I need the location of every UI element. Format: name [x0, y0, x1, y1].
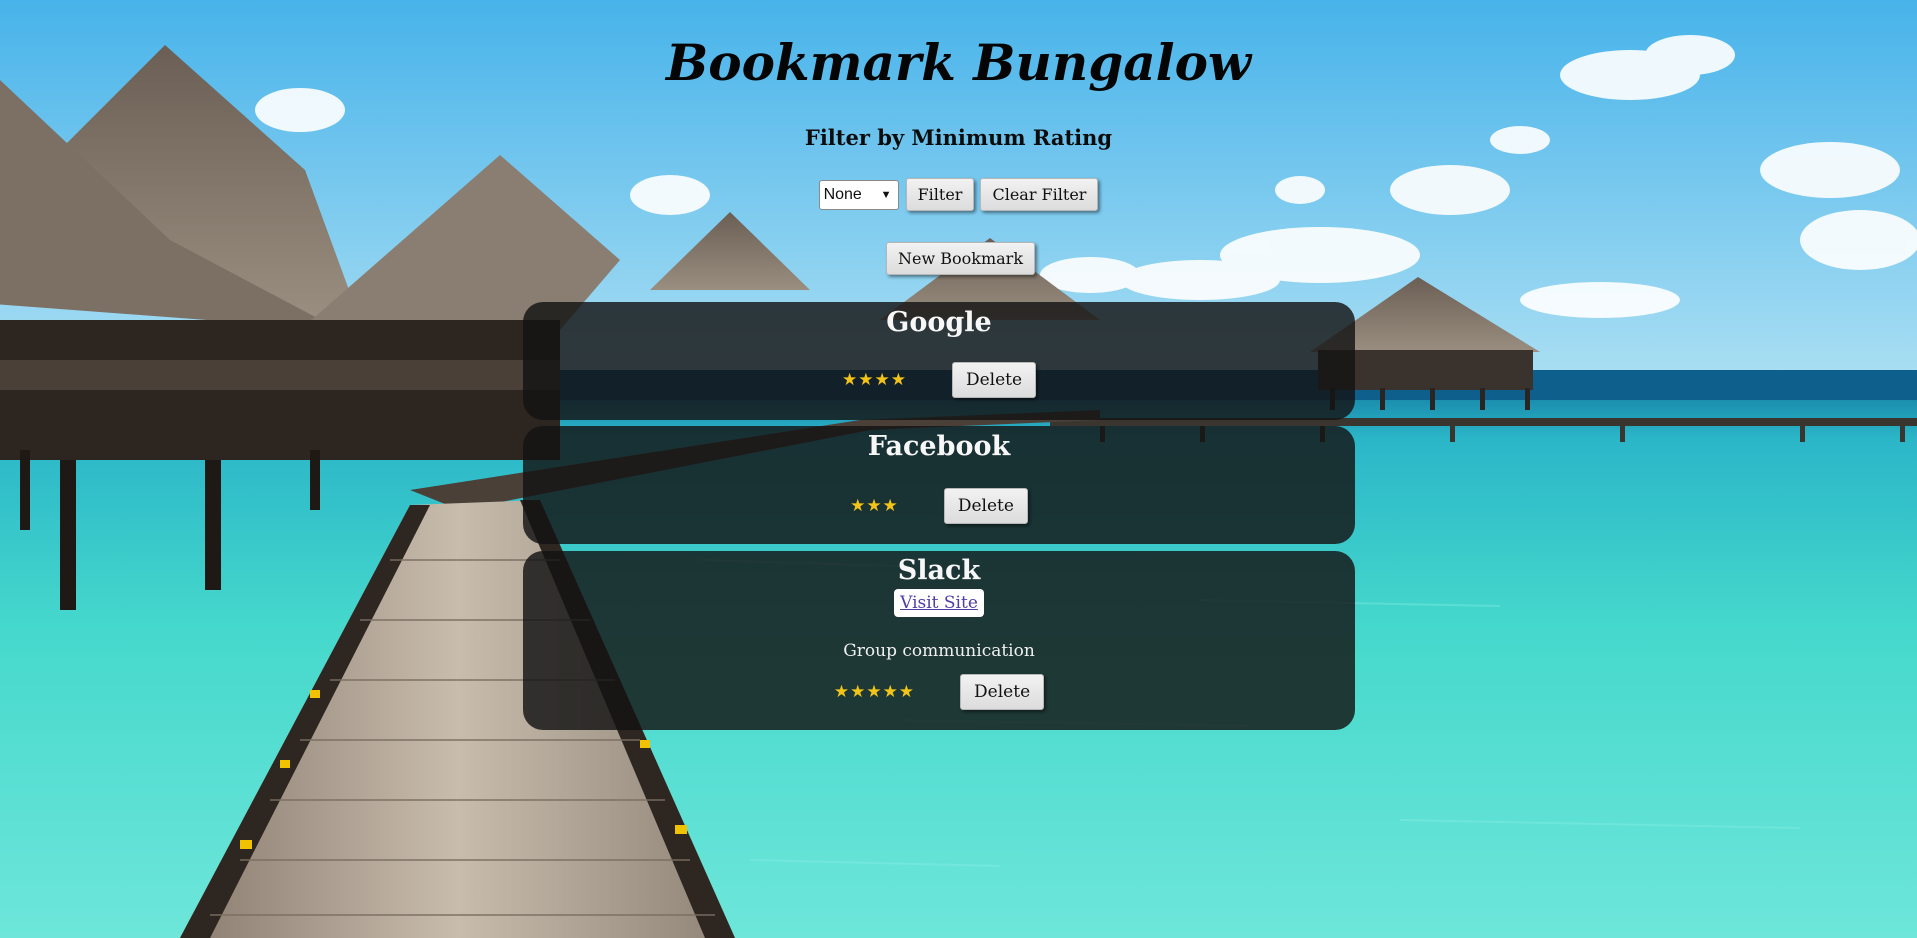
page-title: Bookmark Bungalow	[665, 33, 1251, 92]
bookmark-title: Google	[886, 307, 992, 338]
rating-stars: ★★★	[850, 496, 899, 516]
rating-select-value: None	[823, 185, 862, 203]
new-bookmark-button[interactable]: New Bookmark	[885, 242, 1036, 275]
bookmark-title: Slack	[897, 555, 981, 586]
bookmark-card-facebook: Facebook ★★★ Delete	[523, 426, 1355, 544]
bookmark-actions: ★★★ Delete	[523, 488, 1355, 524]
new-bookmark-row: New Bookmark	[0, 242, 1917, 275]
bookmark-actions: ★★★★ Delete	[523, 362, 1355, 398]
filter-button[interactable]: Filter	[905, 178, 975, 211]
bookmark-card-slack: Slack Visit Site Group communication ★★★…	[523, 551, 1355, 730]
bookmark-description: Group communication	[843, 641, 1035, 661]
rating-stars: ★★★★	[841, 370, 907, 390]
bookmark-actions: ★★★★★ Delete	[523, 674, 1355, 710]
clear-filter-button[interactable]: Clear Filter	[980, 178, 1099, 211]
bookmark-card-google: Google ★★★★ Delete	[523, 302, 1355, 420]
chevron-down-icon: ▼	[880, 188, 892, 201]
delete-button[interactable]: Delete	[951, 362, 1037, 398]
rating-stars: ★★★★★	[833, 682, 916, 702]
bookmark-title: Facebook	[867, 431, 1011, 462]
rating-select[interactable]: None ▼	[818, 179, 899, 210]
delete-button[interactable]: Delete	[960, 674, 1045, 710]
filter-heading: Filter by Minimum Rating	[804, 125, 1113, 150]
delete-button[interactable]: Delete	[943, 488, 1028, 524]
filter-controls: None ▼ Filter Clear Filter	[0, 178, 1917, 211]
visit-site-link[interactable]: Visit Site	[894, 589, 984, 617]
visit-site-row: Visit Site	[523, 589, 1355, 617]
